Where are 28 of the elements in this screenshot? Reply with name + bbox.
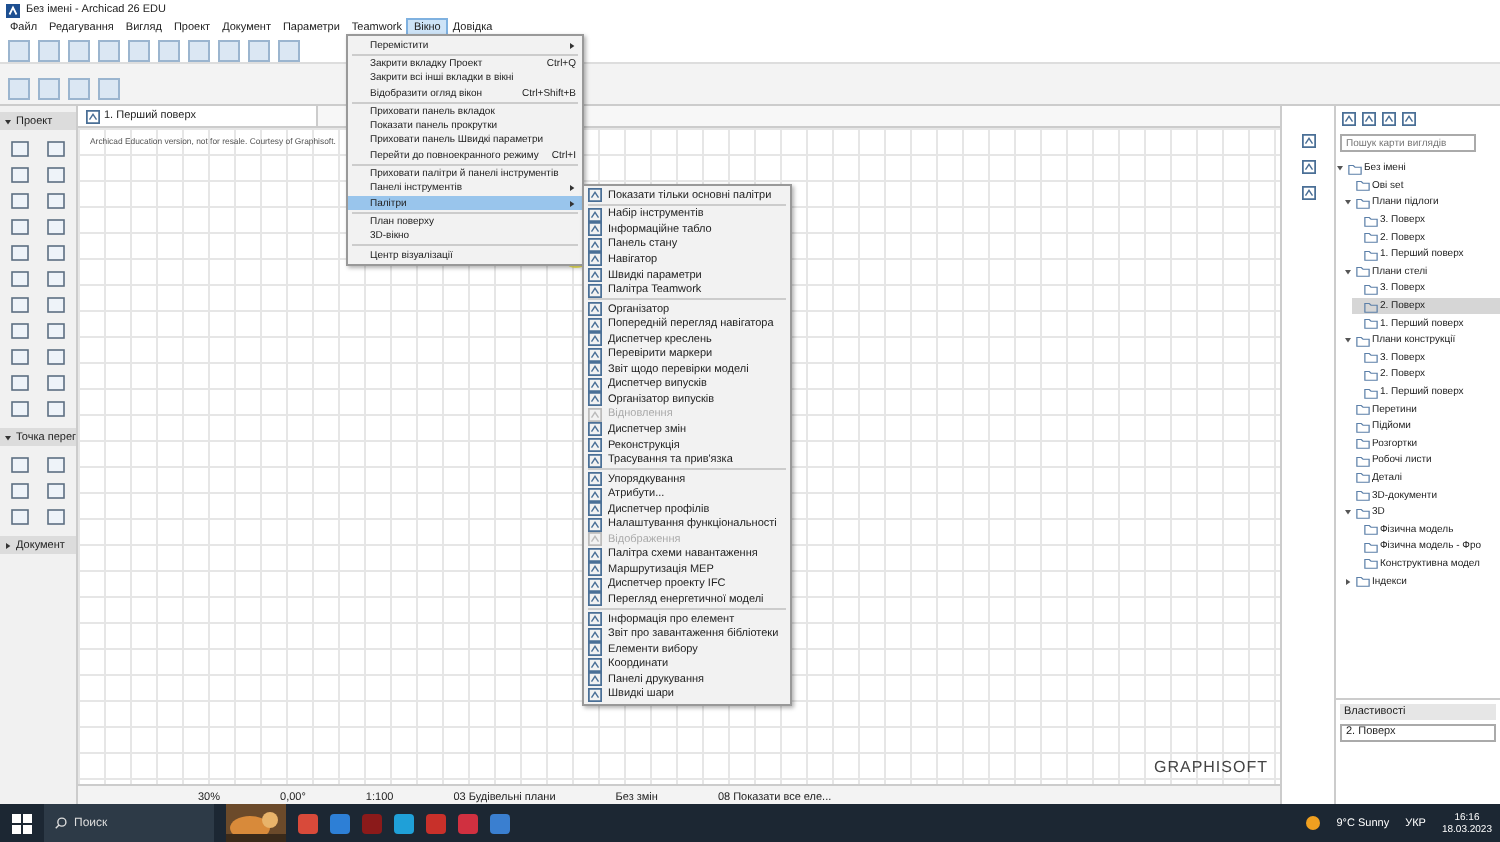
toolbar-button[interactable] bbox=[38, 39, 60, 61]
toolbar-button[interactable] bbox=[158, 39, 180, 61]
toolbar-button[interactable] bbox=[8, 78, 30, 100]
chevron-icon bbox=[4, 117, 12, 125]
toolbar-button[interactable] bbox=[188, 39, 210, 61]
chevron-icon[interactable] bbox=[1344, 577, 1352, 586]
tool-icon bbox=[1301, 134, 1315, 148]
brand-logo: GRAPHISOFT bbox=[1153, 758, 1268, 776]
toolbar-button[interactable] bbox=[218, 39, 240, 61]
chevron-icon bbox=[4, 433, 12, 441]
search-icon bbox=[54, 816, 68, 830]
toolbar-button[interactable] bbox=[68, 39, 90, 61]
toolbar-button[interactable] bbox=[98, 39, 120, 61]
weather-icon bbox=[1306, 816, 1321, 830]
toolbar-button[interactable] bbox=[278, 39, 300, 61]
toolbar-button[interactable] bbox=[98, 78, 120, 100]
tool-icon bbox=[1301, 186, 1315, 200]
submenu-arrow-icon bbox=[568, 41, 576, 50]
windows-icon[interactable] bbox=[12, 813, 32, 833]
toolbar-button[interactable] bbox=[128, 39, 150, 61]
toolbar-button[interactable] bbox=[38, 78, 60, 100]
chevron-icon[interactable] bbox=[1336, 164, 1344, 173]
toolbar-button[interactable] bbox=[8, 39, 30, 61]
toolbar-button[interactable] bbox=[68, 78, 90, 100]
chevron-icon bbox=[4, 541, 12, 549]
tool-icon bbox=[1301, 160, 1315, 174]
palette-icon bbox=[588, 188, 602, 203]
toolbar-button[interactable] bbox=[248, 39, 270, 61]
